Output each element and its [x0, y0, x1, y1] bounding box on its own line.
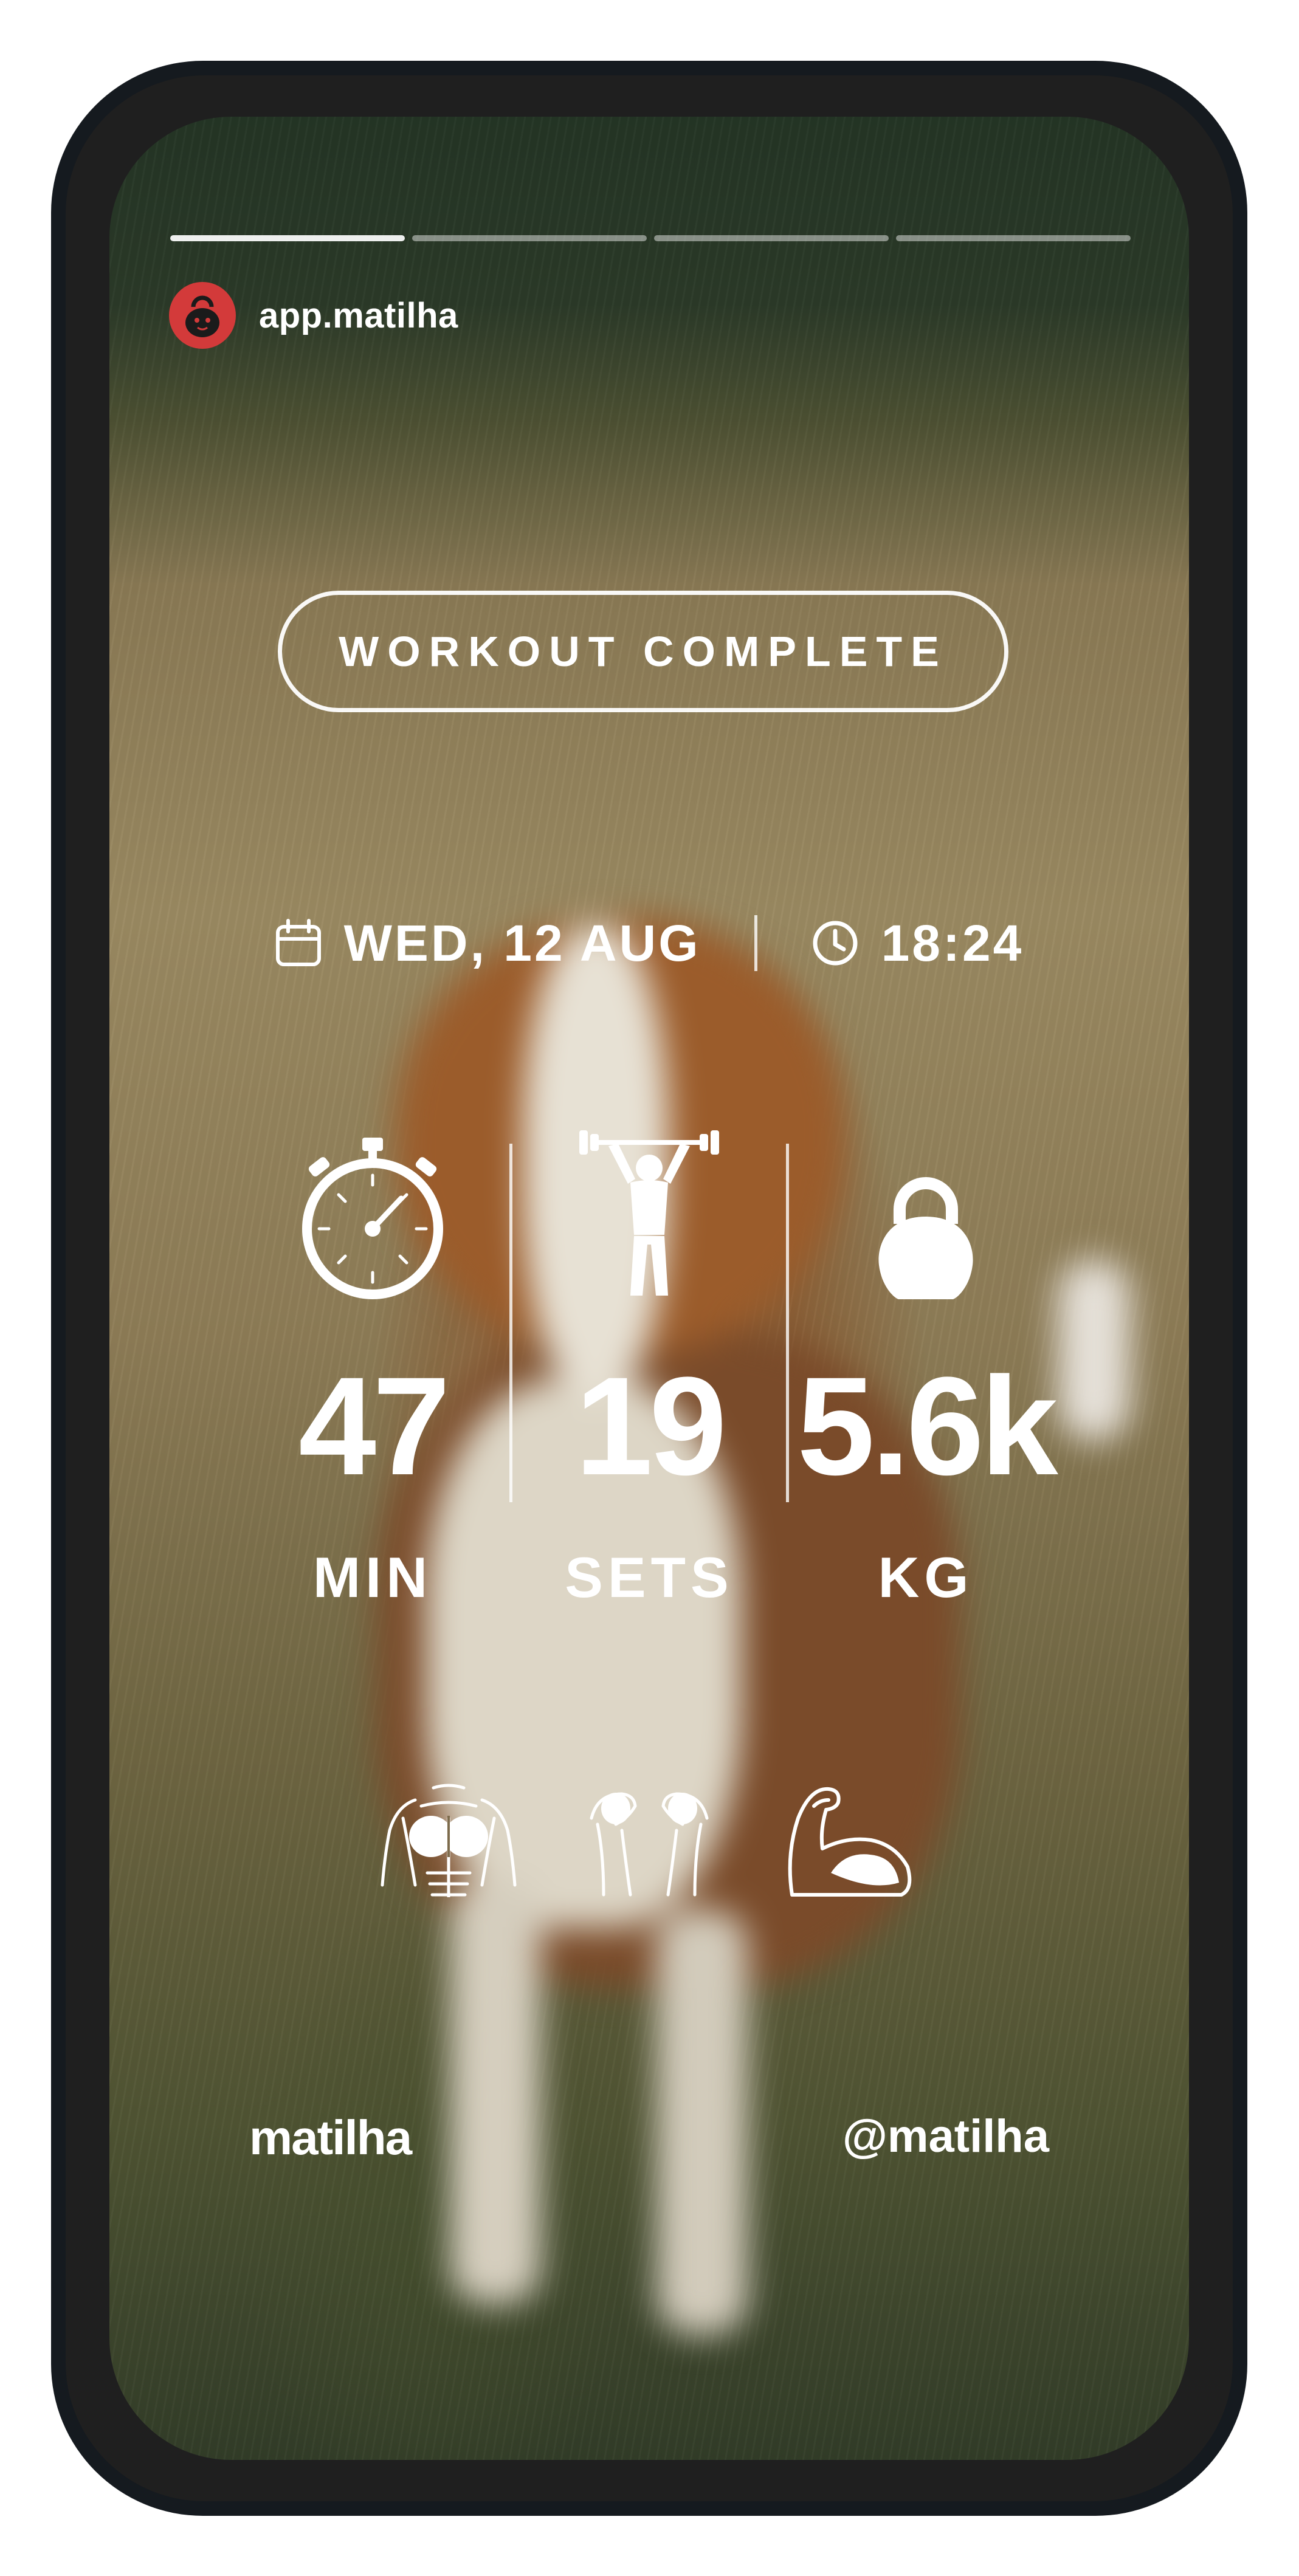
workout-time: 18:24 [881, 914, 1024, 972]
story-progress-bar [170, 235, 1131, 242]
avatar[interactable] [169, 282, 236, 349]
calendar-icon [275, 919, 321, 966]
weightlifter-icon [579, 1130, 719, 1296]
phone-frame: app.matilha WORKOUT COMPLETE WED, 12 AUG [51, 61, 1247, 2516]
stopwatch-icon [302, 1138, 443, 1299]
stat-value: 47 [298, 1348, 450, 1504]
workout-stats: 47 MIN 19 SETS 5.6k KG [109, 1125, 1189, 1610]
stat-duration: 47 MIN [236, 1125, 509, 1610]
story-footer: matilha @matilha [109, 2110, 1189, 2177]
biceps-icon [788, 1787, 912, 1897]
workout-complete-badge: WORKOUT COMPLETE [278, 591, 1008, 712]
story-screen[interactable]: app.matilha WORKOUT COMPLETE WED, 12 AUG [109, 117, 1189, 2460]
social-handle[interactable]: @matilha [842, 2110, 1049, 2163]
date-time-row: WED, 12 AUG 18:24 [109, 907, 1189, 980]
stat-sets: 19 SETS [512, 1125, 786, 1610]
kettlebell-icon [878, 1177, 973, 1299]
stat-value: 5.6k [797, 1348, 1058, 1504]
stat-label: MIN [312, 1545, 433, 1609]
workout-date: WED, 12 AUG [343, 914, 701, 972]
clock-icon [813, 921, 858, 966]
account-username[interactable]: app.matilha [259, 295, 458, 336]
kettlebell-icon [185, 295, 219, 337]
stat-label: KG [878, 1545, 974, 1609]
progress-segment [412, 235, 647, 241]
muscle-groups [109, 1782, 1189, 1897]
stat-weight: 5.6k KG [789, 1125, 1063, 1610]
date-time-divider [754, 915, 757, 971]
chest-icon [381, 1784, 517, 1897]
stat-label: SETS [565, 1545, 734, 1609]
stat-value: 19 [575, 1348, 727, 1504]
story-header[interactable]: app.matilha [169, 282, 458, 349]
progress-segment [170, 235, 405, 241]
progress-segment [896, 235, 1131, 241]
shoulders-icon [590, 1792, 709, 1897]
progress-segment [654, 235, 889, 241]
brand-logo: matilha [249, 2111, 412, 2165]
